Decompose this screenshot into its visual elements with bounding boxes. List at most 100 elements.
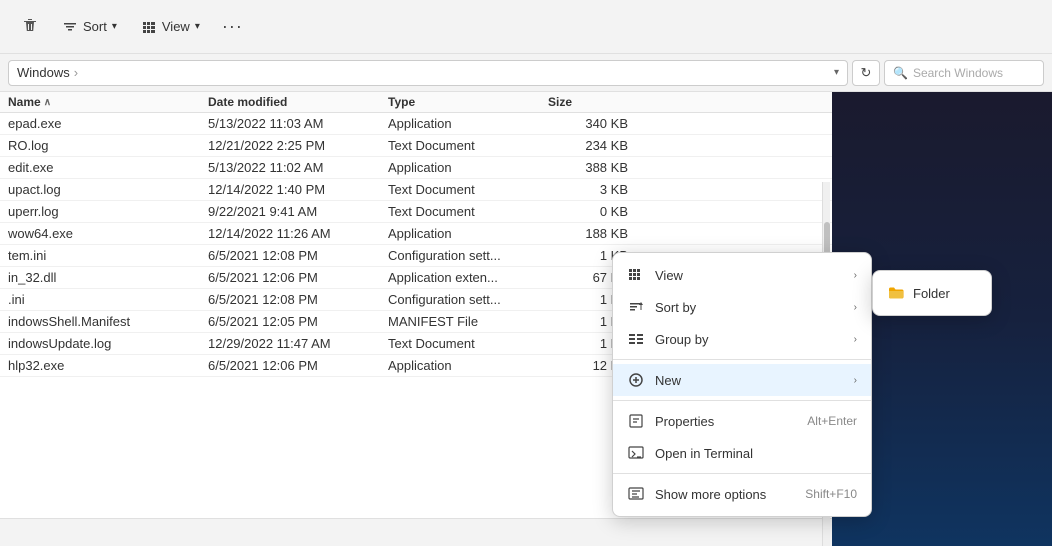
file-size: 188 KB [548,226,628,241]
view-icon [141,19,157,35]
main-content: Name ∧ Date modified Type Size epad.exe … [0,92,1052,546]
col-type[interactable]: Type [388,95,548,109]
view-label: View [162,19,190,34]
file-size: 340 KB [548,116,628,131]
menu-item-group-by[interactable]: Group by › [613,323,871,355]
col-name[interactable]: Name ∧ [8,95,208,109]
file-type: Application [388,116,548,131]
file-date: 9/22/2021 9:41 AM [208,204,388,219]
properties-label: Properties [655,414,714,429]
menu-item-view[interactable]: View › [613,259,871,291]
view-submenu-arrow: › [854,270,857,281]
file-type: Application [388,226,548,241]
file-name: RO.log [8,138,208,153]
col-size[interactable]: Size [548,95,628,109]
more-button[interactable]: ··· [214,11,251,42]
sort-icon [62,19,78,35]
file-type: Application exten... [388,270,548,285]
file-type: Text Document [388,204,548,219]
file-date: 5/13/2022 11:02 AM [208,160,388,175]
col-date[interactable]: Date modified [208,95,388,109]
group-by-icon [627,330,645,348]
refresh-icon: ↻ [861,65,872,81]
file-type: Text Document [388,182,548,197]
address-path[interactable]: Windows › ▾ [8,60,848,86]
file-date: 5/13/2022 11:03 AM [208,116,388,131]
menu-divider-1 [613,359,871,360]
show-more-shortcut: Shift+F10 [805,487,857,501]
new-submenu: Folder [872,270,992,316]
terminal-icon [627,444,645,462]
search-placeholder: Search Windows [913,66,1003,80]
file-date: 6/5/2021 12:06 PM [208,270,388,285]
file-size: 234 KB [548,138,628,153]
file-name: indowsShell.Manifest [8,314,208,329]
group-by-label: Group by [655,332,708,347]
menu-item-sort-by[interactable]: Sort by › [613,291,871,323]
view-menu-label: View [655,268,683,283]
properties-shortcut: Alt+Enter [807,414,857,428]
file-name: upact.log [8,182,208,197]
file-name: tem.ini [8,248,208,263]
menu-item-properties[interactable]: Properties Alt+Enter [613,405,871,437]
sort-label: Sort [83,19,107,34]
path-text: Windows [17,65,70,80]
search-icon: 🔍 [893,66,908,80]
new-label: New [655,373,681,388]
file-date: 6/5/2021 12:08 PM [208,248,388,263]
menu-divider-2 [613,400,871,401]
new-icon [627,371,645,389]
file-date: 12/29/2022 11:47 AM [208,336,388,351]
address-bar: Windows › ▾ ↻ 🔍 Search Windows [0,54,1052,92]
path-separator: › [74,65,78,80]
file-name: edit.exe [8,160,208,175]
sort-by-label: Sort by [655,300,696,315]
file-type: Configuration sett... [388,248,548,263]
folder-label: Folder [913,286,950,301]
delete-button[interactable] [12,12,48,41]
view-menu-icon [627,266,645,284]
folder-icon [887,284,905,302]
file-name: .ini [8,292,208,307]
search-box[interactable]: 🔍 Search Windows [884,60,1044,86]
file-size: 3 KB [548,182,628,197]
menu-divider-3 [613,473,871,474]
view-button[interactable]: View ▾ [131,14,210,40]
menu-item-show-more[interactable]: Show more options Shift+F10 [613,478,871,510]
sort-by-icon [627,298,645,316]
file-date: 6/5/2021 12:05 PM [208,314,388,329]
show-more-label: Show more options [655,487,766,502]
file-type: Text Document [388,336,548,351]
menu-item-open-terminal[interactable]: Open in Terminal [613,437,871,469]
file-type: Text Document [388,138,548,153]
file-name: hlp32.exe [8,358,208,373]
file-name: in_32.dll [8,270,208,285]
file-date: 12/21/2022 2:25 PM [208,138,388,153]
file-size: 388 KB [548,160,628,175]
file-name: wow64.exe [8,226,208,241]
file-date: 12/14/2022 1:40 PM [208,182,388,197]
sort-button[interactable]: Sort ▾ [52,14,127,40]
address-chevron: ▾ [834,67,839,78]
file-type: Configuration sett... [388,292,548,307]
context-menu: View › Sort by › [612,252,872,517]
file-name: uperr.log [8,204,208,219]
file-date: 12/14/2022 11:26 AM [208,226,388,241]
refresh-button[interactable]: ↻ [852,60,880,86]
file-type: MANIFEST File [388,314,548,329]
sort-chevron: ▾ [112,21,117,32]
submenu-folder[interactable]: Folder [873,277,991,309]
new-arrow: › [854,375,857,386]
file-date: 6/5/2021 12:08 PM [208,292,388,307]
file-name: epad.exe [8,116,208,131]
menu-item-new[interactable]: New › [613,364,871,396]
file-size: 0 KB [548,204,628,219]
sort-indicator: ∧ [44,97,51,108]
show-more-icon [627,485,645,503]
group-by-arrow: › [854,334,857,345]
file-date: 6/5/2021 12:06 PM [208,358,388,373]
properties-icon [627,412,645,430]
file-name: indowsUpdate.log [8,336,208,351]
open-terminal-label: Open in Terminal [655,446,753,461]
file-type: Application [388,160,548,175]
